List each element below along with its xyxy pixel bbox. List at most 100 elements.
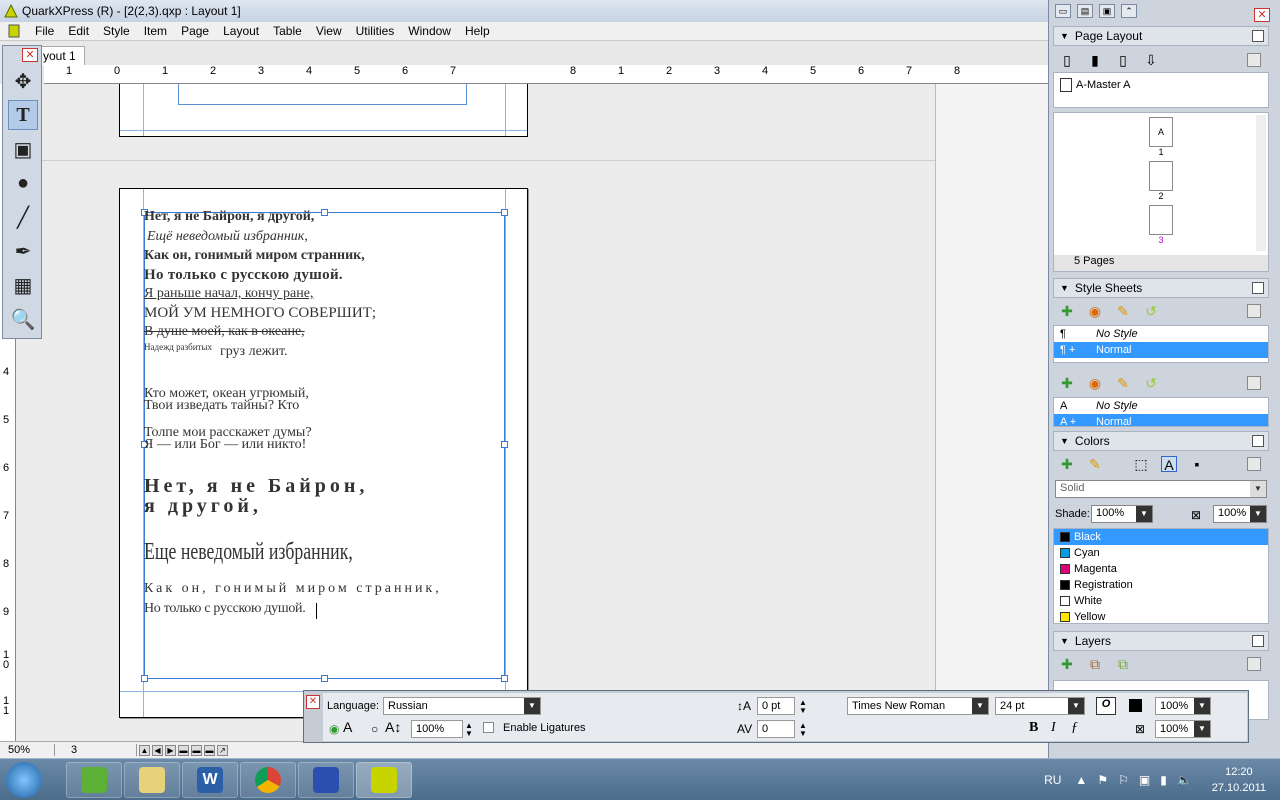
new-layer-icon[interactable]: ✚	[1059, 656, 1075, 672]
menu-page[interactable]: Page	[174, 24, 216, 38]
page-layout-header[interactable]: ▼ Page Layout	[1053, 26, 1269, 46]
style-sheets-header[interactable]: ▼ Style Sheets	[1053, 278, 1269, 298]
resize-handle[interactable]	[501, 675, 508, 682]
show-hidden-icons[interactable]: ▲	[1075, 773, 1087, 787]
color-opacity-dropdown[interactable]: 100% ▼	[1155, 720, 1211, 738]
master-page-icon[interactable]: ▮	[1087, 52, 1103, 68]
pasteboard[interactable]: Нет, я не Байрон, я другой, Ещё неведомы…	[16, 84, 936, 744]
page-prev-icon[interactable]: ◀	[152, 744, 163, 756]
menu-view[interactable]: View	[309, 24, 349, 38]
menu-utilities[interactable]: Utilities	[349, 24, 402, 38]
hyphenation-radio-on[interactable]: ◉	[329, 722, 339, 736]
taskbar-app-quarkxpress[interactable]	[356, 762, 412, 798]
menu-edit[interactable]: Edit	[61, 24, 96, 38]
bold-button[interactable]: B	[1029, 720, 1038, 736]
content-tool-icon[interactable]: T	[8, 100, 38, 130]
horizontal-ruler[interactable]: 1 0 1 2 3 4 5 6 7 8 1 2 3 4 5 6 7 8	[44, 65, 1048, 84]
item-tool-icon[interactable]: ✥	[8, 66, 38, 96]
new-style-icon[interactable]: ✚	[1059, 303, 1075, 319]
page-2[interactable]	[119, 84, 528, 137]
blank-page-icon[interactable]: ▯	[1059, 52, 1075, 68]
resize-handle[interactable]	[321, 209, 328, 216]
flag-icon[interactable]: ⚐	[1118, 773, 1129, 787]
page-view-icon[interactable]: ▬	[178, 744, 189, 756]
color-item-selected[interactable]: Black	[1054, 529, 1268, 545]
edit-color-icon[interactable]: ✎	[1087, 456, 1103, 472]
menu-style[interactable]: Style	[96, 24, 137, 38]
color-item[interactable]: Registration	[1054, 577, 1268, 593]
menu-help[interactable]: Help	[458, 24, 497, 38]
pen-tool-icon[interactable]: ✒	[8, 236, 38, 266]
language-dropdown[interactable]: Russian ▼	[383, 697, 541, 715]
italic-button[interactable]: I	[1051, 720, 1056, 736]
duplicate-icon[interactable]: ▯	[1115, 52, 1131, 68]
zoom-tool-icon[interactable]: 🔍	[8, 304, 38, 334]
menu-layout[interactable]: Layout	[216, 24, 266, 38]
char-style-item[interactable]: A No Style	[1054, 398, 1268, 414]
font-dropdown[interactable]: Times New Roman ▼	[847, 697, 989, 715]
ligatures-checkbox[interactable]	[483, 722, 494, 733]
page-next-icon[interactable]: ▶	[165, 744, 176, 756]
edit-char-style-icon[interactable]: ◉	[1087, 375, 1103, 391]
export-icon[interactable]: ↗	[217, 744, 228, 756]
collapse-triangle-icon[interactable]: ▼	[1060, 636, 1069, 646]
resize-handle[interactable]	[501, 441, 508, 448]
taskbar-app-chrome[interactable]	[240, 762, 296, 798]
collapse-triangle-icon[interactable]: ▼	[1060, 436, 1069, 446]
char-style-item-selected[interactable]: A + Normal	[1054, 414, 1268, 426]
color-item[interactable]: Cyan	[1054, 545, 1268, 561]
text-color-icon[interactable]: A	[1161, 456, 1177, 473]
color-item[interactable]: White	[1054, 593, 1268, 609]
picture-content-tool-icon[interactable]: ▣	[8, 134, 38, 164]
palette-group-icon[interactable]: ▣	[1099, 4, 1115, 18]
merge-layers-icon[interactable]: ⧉	[1115, 656, 1131, 672]
leading-field[interactable]: 0 pt	[757, 697, 795, 715]
palette-group-icon[interactable]: ▭	[1055, 4, 1071, 18]
background-color-icon[interactable]: ▪	[1189, 456, 1205, 472]
palette-menu-icon[interactable]	[1252, 30, 1264, 42]
palette-collapse-icon[interactable]: ⌃	[1121, 4, 1137, 18]
fill-mode-dropdown[interactable]: Solid ▼	[1055, 480, 1267, 498]
taskbar-app-folders[interactable]	[124, 762, 180, 798]
color-item[interactable]: Yellow	[1054, 609, 1268, 625]
scale-field[interactable]: 100%	[411, 720, 463, 738]
scale-stepper-icon[interactable]: ▲ ▼	[465, 722, 475, 738]
measurements-close-button[interactable]: ✕	[306, 695, 320, 709]
page-thumbnail[interactable]: A	[1149, 117, 1173, 147]
page-view-icon[interactable]: ▬	[204, 744, 215, 756]
line-tool-icon[interactable]: ╱	[8, 202, 38, 232]
page-up-icon[interactable]: ▲	[139, 744, 150, 756]
apply-master-icon[interactable]: ⇩	[1143, 52, 1159, 68]
page-3[interactable]: Нет, я не Байрон, я другой, Ещё неведомы…	[119, 188, 528, 718]
leading-stepper-icon[interactable]: ▲ ▼	[799, 699, 809, 715]
tracking-field[interactable]: 0	[757, 720, 795, 738]
colors-header[interactable]: ▼ Colors	[1053, 431, 1269, 451]
shade-dropdown[interactable]: 100% ▼	[1091, 505, 1153, 523]
new-color-icon[interactable]: ✚	[1059, 456, 1075, 472]
display-icon[interactable]: ▣	[1139, 773, 1150, 787]
frame-color-icon[interactable]: ⬚	[1133, 456, 1149, 472]
menu-window[interactable]: Window	[401, 24, 458, 38]
collapse-triangle-icon[interactable]: ▼	[1060, 31, 1069, 41]
page-number-field[interactable]: 3	[63, 744, 137, 756]
vertical-scale-radio[interactable]: ○	[371, 722, 378, 736]
delete-layer-icon[interactable]	[1247, 657, 1261, 671]
page-view-icon[interactable]: ▬	[191, 744, 202, 756]
palette-menu-icon[interactable]	[1252, 435, 1264, 447]
color-shade-dropdown[interactable]: 100% ▼	[1155, 697, 1211, 715]
page-thumbnail[interactable]	[1149, 161, 1173, 191]
network-icon[interactable]: ⚑	[1097, 773, 1108, 787]
delete-page-icon[interactable]	[1247, 53, 1261, 67]
pages-list[interactable]: A 1 2 3 5 Pages	[1053, 112, 1269, 272]
text-color-swatch[interactable]	[1129, 699, 1142, 712]
oval-box-tool-icon[interactable]: ●	[8, 168, 38, 198]
style-item-selected[interactable]: ¶ + Normal	[1054, 342, 1268, 358]
text-shade-icon[interactable]: O	[1096, 697, 1116, 715]
duplicate-char-style-icon[interactable]: ✎	[1115, 375, 1131, 391]
menu-table[interactable]: Table	[266, 24, 309, 38]
document-close-button[interactable]: ✕	[22, 48, 38, 62]
collapse-triangle-icon[interactable]: ▼	[1060, 283, 1069, 293]
palettes-close-button[interactable]: ✕	[1254, 8, 1270, 22]
font-size-dropdown[interactable]: 24 pt ▼	[995, 697, 1085, 715]
palette-menu-icon[interactable]	[1252, 282, 1264, 294]
